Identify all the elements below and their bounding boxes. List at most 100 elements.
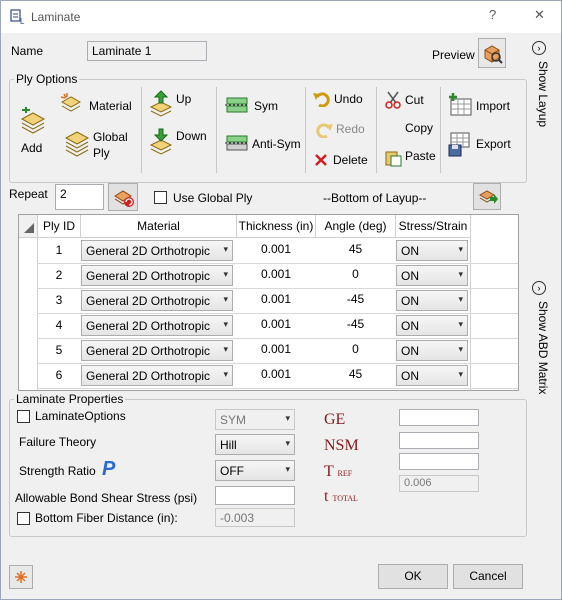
stress-strain-select[interactable]: ON ▾ [396,240,468,261]
preview-label: Preview [432,48,475,62]
down-button[interactable]: Down [176,129,207,143]
angle-cell[interactable]: 45 [316,367,395,381]
ply-id-cell[interactable]: 5 [38,343,80,357]
up-button[interactable]: Up [176,92,191,106]
table-row[interactable]: 4 General 2D Orthotropic ▾ 0.001 -45 ON ▾ [19,314,518,339]
defaults-button[interactable] [9,565,33,589]
repeat-input[interactable]: 2 [55,184,104,210]
thickness-cell[interactable]: 0.001 [237,317,315,331]
thickness-cell[interactable]: 0.001 [237,367,315,381]
chevron-down-icon: ▾ [223,244,228,254]
ply-id-cell[interactable]: 3 [38,293,80,307]
column-header-ply-id: Ply ID [38,215,81,238]
material-select[interactable]: General 2D Orthotropic ▾ [81,240,233,261]
table-row[interactable]: 1 General 2D Orthotropic ▾ 0.001 45 ON ▾ [19,239,518,264]
thickness-cell[interactable]: 0.001 [237,292,315,306]
chevron-down-icon: ▾ [458,294,463,304]
import-button[interactable]: Import [476,99,510,113]
show-abd-label[interactable]: Show ABD Matrix [536,301,550,394]
repeat-button[interactable] [108,183,138,211]
ply-id-cell[interactable]: 1 [38,243,80,257]
ge-label: GE [324,411,346,428]
table-row[interactable]: 2 General 2D Orthotropic ▾ 0.001 0 ON ▾ [19,264,518,289]
ttotal-input[interactable]: 0.006 [399,475,479,492]
global-ply-button[interactable]: Global Ply [93,129,128,161]
paste-button[interactable]: Paste [405,149,436,163]
anti-sym-icon [225,135,249,151]
show-layup-toggle[interactable]: › [532,41,546,55]
chevron-down-icon: ▾ [223,369,228,379]
angle-cell[interactable]: 0 [316,267,395,281]
close-button[interactable]: ✕ [534,7,545,23]
angle-cell[interactable]: 45 [316,242,395,256]
chevron-down-icon: ▾ [458,244,463,254]
stress-strain-select[interactable]: ON ▾ [396,315,468,336]
material-icon [60,93,82,112]
material-select[interactable]: General 2D Orthotropic ▾ [81,340,233,361]
copy-button[interactable]: Copy [405,121,433,135]
failure-theory-select[interactable]: Hill ▾ [215,434,295,455]
strength-ratio-icon[interactable]: P [102,458,115,481]
material-select[interactable]: General 2D Orthotropic ▾ [81,265,233,286]
cancel-button[interactable]: Cancel [453,564,523,589]
undo-button[interactable]: Undo [334,92,363,106]
angle-cell[interactable]: 0 [316,342,395,356]
angle-cell[interactable]: -45 [316,292,395,306]
thickness-cell[interactable]: 0.001 [237,267,315,281]
material-select[interactable]: General 2D Orthotropic ▾ [81,315,233,336]
column-header-thickness: Thickness (in) [237,215,316,238]
table-corner[interactable] [19,215,38,238]
stress-strain-select[interactable]: ON ▾ [396,340,468,361]
name-input[interactable]: Laminate 1 [87,41,207,61]
repeat-label: Repeat [9,187,48,201]
laminate-options-checkbox[interactable] [17,410,30,423]
add-button[interactable]: Add [21,141,42,155]
flip-layup-button[interactable] [473,183,501,210]
preview-button[interactable] [478,38,506,68]
sym-button[interactable]: Sym [254,99,278,113]
angle-cell[interactable]: -45 [316,317,395,331]
cut-button[interactable]: Cut [405,93,424,107]
stress-strain-select[interactable]: ON ▾ [396,290,468,311]
stress-strain-value: ON [401,269,419,283]
stress-strain-select[interactable]: ON ▾ [396,365,468,386]
chevron-down-icon: ▾ [285,413,290,423]
table-row[interactable]: 3 General 2D Orthotropic ▾ 0.001 -45 ON ▾ [19,289,518,314]
thickness-cell[interactable]: 0.001 [237,242,315,256]
show-abd-toggle[interactable]: › [532,281,546,295]
ok-button[interactable]: OK [378,564,448,589]
delete-button[interactable]: Delete [333,153,368,167]
export-button[interactable]: Export [476,137,511,151]
nsm-input[interactable] [399,432,479,449]
table-row[interactable]: 5 General 2D Orthotropic ▾ 0.001 0 ON ▾ [19,339,518,364]
separator [216,87,217,173]
tref-input[interactable] [399,453,479,470]
bottom-fiber-input[interactable]: -0.003 [215,508,295,527]
strength-ratio-select[interactable]: OFF ▾ [215,460,295,481]
ply-id-cell[interactable]: 2 [38,268,80,282]
bond-shear-input[interactable] [215,486,295,505]
material-select[interactable]: General 2D Orthotropic ▾ [81,290,233,311]
chevron-down-icon: ▾ [223,269,228,279]
ttotal-subscript: TOTAL [332,494,358,503]
material-value: General 2D Orthotropic [86,369,211,383]
use-global-ply-checkbox[interactable] [154,191,167,204]
material-value: General 2D Orthotropic [86,294,211,308]
ply-id-cell[interactable]: 6 [38,368,80,382]
redo-icon [316,123,333,138]
paste-icon [385,151,402,167]
help-button[interactable]: ? [489,7,496,22]
material-button[interactable]: Material [89,99,132,113]
bottom-fiber-checkbox[interactable] [17,512,30,525]
ply-id-cell[interactable]: 4 [38,318,80,332]
thickness-cell[interactable]: 0.001 [237,342,315,356]
material-select[interactable]: General 2D Orthotropic ▾ [81,365,233,386]
laminate-options-select[interactable]: SYM ▾ [215,409,295,430]
ge-input[interactable] [399,409,479,426]
redo-button[interactable]: Redo [336,122,365,136]
table-row[interactable]: 6 General 2D Orthotropic ▾ 0.001 45 ON ▾ [19,364,518,389]
anti-sym-button[interactable]: Anti-Sym [252,137,301,151]
stress-strain-select[interactable]: ON ▾ [396,265,468,286]
show-layup-label[interactable]: Show Layup [536,61,550,127]
laminate-options-value: SYM [220,413,247,427]
